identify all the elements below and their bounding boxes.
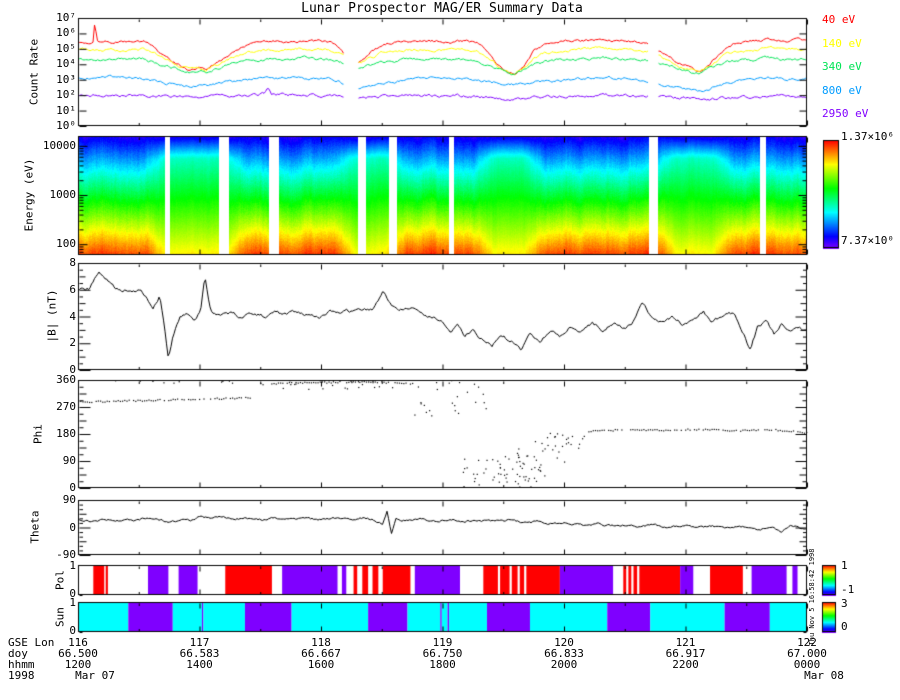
count-rate-ytick-label: 10¹ — [56, 103, 76, 117]
xtick-value-hhmm: 1800 — [429, 658, 456, 671]
colorbar-min-label: 7.37×10⁰ — [841, 234, 894, 247]
phi-ytick-label: 180 — [56, 427, 76, 440]
bmag-ytick-label: 6 — [69, 282, 76, 296]
xtick-value-hhmm: 2000 — [550, 658, 578, 671]
bmag-axis-label: |B| (nT) — [45, 289, 59, 343]
xtick-value-1998: Mar 07 — [75, 669, 115, 682]
legend-item-800-eV: 800 eV — [822, 83, 862, 97]
legend-item-340-eV: 340 eV — [822, 60, 862, 73]
plot-canvas — [0, 0, 900, 700]
count-rate-ytick-label: 10⁷ — [56, 11, 76, 24]
sun-colorbar-top-label: 3 — [841, 597, 848, 610]
pol-axis-label: Pol — [53, 570, 67, 590]
creation-timestamp: Thu Nov 5 16:58:42 1998 — [808, 548, 816, 646]
count-rate-axis-label: Count Rate — [27, 38, 41, 106]
figure: Lunar Prospector MAG/ER Summary Data Cou… — [0, 0, 900, 700]
legend-item-2950-eV: 2950 eV — [822, 107, 869, 120]
chart-title: Lunar Prospector MAG/ER Summary Data — [301, 1, 583, 16]
count-rate-ytick-label: 10³ — [56, 72, 76, 86]
bmag-ytick-label: 2 — [69, 336, 76, 350]
phi-ytick-label: 360 — [56, 373, 76, 386]
count-rate-ytick-label: 10⁴ — [56, 57, 76, 71]
pol-ytick-label: 1 — [69, 559, 76, 572]
xtick-value-1998: Mar 08 — [804, 669, 844, 682]
count-rate-ytick-label: 10² — [56, 88, 76, 102]
phi-ytick-label: 90 — [62, 454, 76, 467]
energy-ytick-label: 1000 — [49, 188, 77, 201]
pol-colorbar-top-label: 1 — [841, 559, 848, 572]
count-rate-ytick-label: 10⁰ — [56, 119, 76, 132]
xaxis-row-label-year: 1998 — [8, 669, 35, 682]
xtick-value-hhmm: 2200 — [672, 658, 699, 671]
bmag-ytick-label: 8 — [69, 256, 76, 269]
energy-axis-label: Energy (eV) — [22, 158, 36, 232]
phi-axis-label: Phi — [31, 424, 45, 444]
xtick-value-hhmm: 1600 — [307, 658, 335, 671]
bmag-ytick-label: 4 — [69, 309, 76, 323]
pol-colorbar-bottom-label: -1 — [841, 583, 855, 596]
xtick-value-hhmm: 1400 — [186, 658, 213, 671]
sun-axis-label: Sun — [53, 607, 67, 627]
colorbar-max-label: 1.37×10⁶ — [841, 130, 894, 143]
theta-ytick-label: 90 — [62, 493, 76, 506]
sun-colorbar-bottom-label: 0 — [841, 620, 848, 633]
energy-ytick-label: 100 — [56, 237, 76, 251]
phi-ytick-label: 270 — [56, 400, 76, 413]
legend-item-40-eV: 40 eV — [822, 13, 856, 26]
count-rate-ytick-label: 10⁶ — [56, 26, 76, 40]
count-rate-ytick-label: 10⁵ — [56, 41, 76, 55]
theta-ytick-label: 0 — [69, 520, 76, 534]
theta-axis-label: Theta — [28, 510, 42, 544]
legend-item-140-eV: 140 eV — [822, 36, 862, 50]
energy-ytick-label: 10000 — [42, 138, 76, 152]
sun-ytick-label: 1 — [69, 596, 76, 609]
